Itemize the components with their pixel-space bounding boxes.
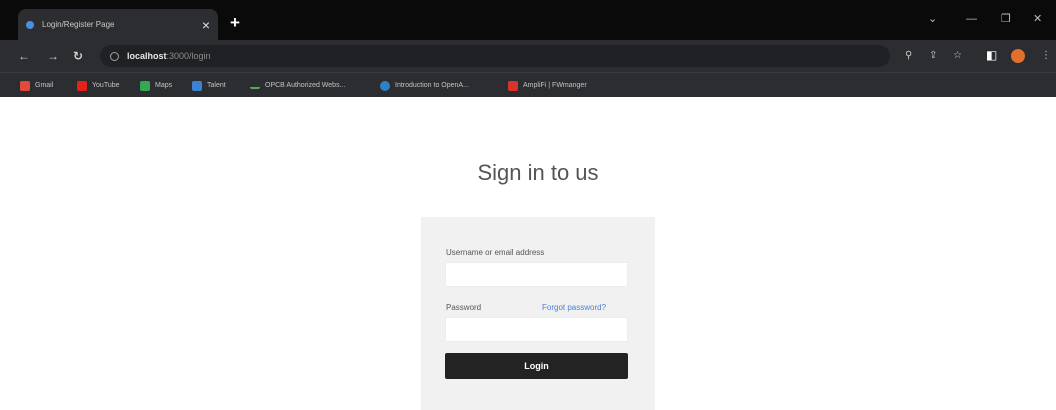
maps-icon — [140, 80, 150, 91]
username-input[interactable] — [445, 262, 628, 287]
forward-icon[interactable]: → — [47, 49, 59, 63]
new-tab-icon[interactable]: + — [230, 14, 240, 31]
bookmark-youtube[interactable]: YouTube — [77, 79, 120, 92]
back-icon[interactable]: ← — [18, 49, 30, 63]
address-bar[interactable]: localhost :3000/login — [100, 45, 890, 67]
browser-title-bar: Login/Register Page × + ⌄ — ❐ ✕ — [0, 0, 1056, 40]
url-path: :3000/login — [166, 51, 211, 61]
bookmark-label: Talent — [207, 82, 226, 89]
bookmark-label: Introduction to OpenA... — [395, 82, 469, 89]
close-tab-icon[interactable]: × — [202, 18, 210, 32]
opcb-icon — [250, 83, 260, 89]
username-label: Username or email address — [446, 248, 545, 257]
share-icon[interactable]: ⇪ — [929, 50, 937, 62]
forgot-password-link[interactable]: Forgot password? — [542, 303, 606, 312]
close-window-icon[interactable]: ✕ — [1033, 13, 1042, 25]
bookmark-label: OPCB Authorized Webs... — [265, 82, 346, 89]
bookmark-opcb[interactable]: OPCB Authorized Webs... — [250, 79, 345, 92]
login-button[interactable]: Login — [445, 353, 628, 379]
restore-icon[interactable]: ❐ — [1001, 13, 1011, 25]
bookmarks-bar: Gmail YouTube Maps Talent OPCB Authorize… — [0, 72, 1056, 97]
site-info-icon[interactable] — [110, 51, 119, 61]
reload-icon[interactable]: ↻ — [73, 49, 83, 63]
globe-icon — [26, 20, 34, 29]
gmail-icon — [20, 80, 30, 91]
talent-icon — [192, 80, 202, 91]
bookmark-label: Gmail — [35, 82, 54, 89]
bookmark-label: Maps — [155, 82, 173, 89]
tab-title: Login/Register Page — [42, 20, 115, 29]
youtube-icon — [77, 80, 87, 91]
password-input[interactable] — [445, 317, 628, 342]
side-panel-icon[interactable]: ◧ — [986, 49, 997, 61]
login-form-card: Username or email address Password Forgo… — [421, 217, 655, 410]
bookmark-talent[interactable]: Talent — [192, 79, 226, 92]
browser-tab-active[interactable]: Login/Register Page × — [18, 9, 218, 40]
tab-search-chevron-icon[interactable]: ⌄ — [928, 13, 937, 25]
menu-kebab-icon[interactable]: ⋮ — [1041, 50, 1051, 62]
profile-avatar[interactable] — [1011, 49, 1025, 63]
password-label: Password — [446, 303, 482, 312]
openai-intro-icon — [380, 80, 390, 91]
bookmark-label: YouTube — [92, 82, 120, 89]
amplifi-icon — [508, 80, 518, 91]
minimize-icon[interactable]: — — [966, 13, 977, 25]
bookmark-label: AmpliFi | FWmanger — [523, 82, 587, 89]
bookmark-maps[interactable]: Maps — [140, 79, 172, 92]
page-title: Sign in to us — [477, 160, 599, 185]
bookmark-amplifi[interactable]: AmpliFi | FWmanger — [508, 79, 587, 92]
zoom-icon[interactable]: ⚲ — [905, 50, 912, 62]
browser-toolbar: ← → ↻ localhost :3000/login ⚲ ⇪ ☆ ◧ ⋮ — [0, 40, 1056, 72]
url-host: localhost — [127, 51, 167, 61]
bookmark-gmail[interactable]: Gmail — [20, 79, 53, 92]
bookmark-openai-intro[interactable]: Introduction to OpenA... — [380, 79, 469, 92]
bookmark-star-icon[interactable]: ☆ — [953, 50, 962, 62]
